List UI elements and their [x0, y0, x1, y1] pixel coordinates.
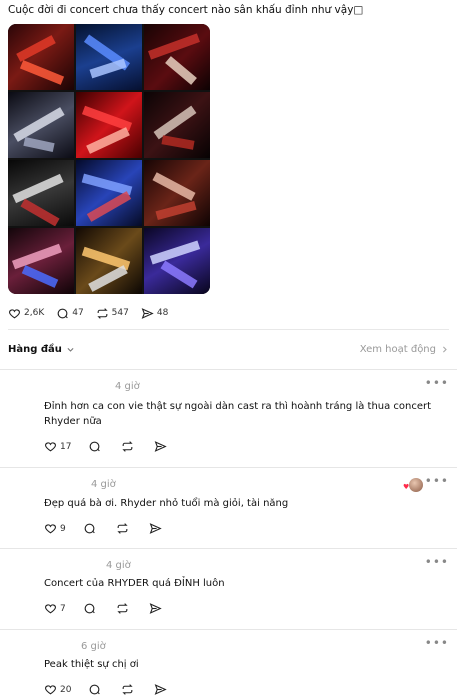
comment-button[interactable] [83, 602, 99, 615]
like-button[interactable]: 9 [44, 522, 66, 535]
share-button[interactable] [149, 602, 165, 615]
comment-actions: 7 [44, 602, 182, 615]
repost-button[interactable]: 547 [96, 307, 129, 320]
repost-button[interactable] [121, 683, 137, 696]
comment-icon [57, 308, 68, 318]
comment-button[interactable]: 47 [56, 307, 84, 320]
comment-count: 47 [72, 308, 84, 318]
share-button[interactable] [154, 683, 170, 696]
comment-button[interactable] [83, 522, 99, 535]
comment-item: 4 giờ ♥ ••• Đẹp quá bà ơi. Rhyder nhỏ tu… [0, 468, 457, 548]
repost-icon [97, 307, 108, 319]
send-icon [141, 307, 154, 319]
comment-time: 4 giờ [106, 560, 131, 571]
gallery-photo[interactable] [76, 160, 142, 226]
divider [8, 329, 449, 330]
more-options-icon[interactable]: ••• [425, 636, 449, 650]
like-count: 2,6K [24, 308, 45, 318]
comment-icon [84, 523, 95, 534]
gallery-photo[interactable] [76, 228, 142, 294]
gallery-photo[interactable] [8, 92, 74, 158]
chevron-right-icon [442, 346, 447, 353]
like-button[interactable]: 20 [44, 683, 71, 696]
photo-gallery[interactable] [8, 24, 210, 294]
gallery-photo[interactable] [144, 228, 210, 294]
sort-dropdown[interactable]: Hàng đầu [8, 344, 75, 355]
repost-button[interactable] [121, 440, 137, 453]
view-activity-link[interactable]: Xem hoạt động [360, 344, 449, 355]
like-count: 9 [60, 523, 66, 534]
send-icon [155, 684, 168, 695]
send-icon [149, 523, 162, 534]
comment-icon [90, 684, 101, 695]
more-options-icon[interactable]: ••• [425, 376, 449, 390]
repost-button[interactable] [116, 522, 132, 535]
heart-icon [45, 442, 56, 452]
send-icon [155, 441, 168, 452]
like-button[interactable]: 2,6K [8, 307, 44, 320]
more-options-icon[interactable]: ••• [425, 555, 449, 569]
share-count: 48 [156, 308, 169, 318]
like-button[interactable]: 17 [44, 440, 71, 453]
share-button[interactable]: 48 [141, 307, 168, 320]
gallery-photo[interactable] [8, 228, 74, 294]
repost-icon [122, 684, 134, 695]
comment-button[interactable] [88, 683, 104, 696]
share-button[interactable] [149, 522, 165, 535]
gallery-photo[interactable] [8, 24, 74, 90]
comment-time: 6 giờ [81, 641, 106, 652]
heart-icon [45, 604, 56, 614]
comment-text: Đỉnh hơn ca con vie thật sự ngoài dàn ca… [44, 401, 432, 427]
like-count: 20 [60, 684, 72, 695]
comment-button[interactable] [88, 440, 104, 453]
more-options-icon[interactable]: ••• [425, 474, 449, 488]
comment-actions: 9 [44, 522, 182, 535]
like-button[interactable]: 7 [44, 602, 66, 615]
send-icon [149, 603, 162, 614]
avatar[interactable] [409, 478, 423, 492]
comment-item: 4 giờ ••• Đỉnh hơn ca con vie thật sự ng… [0, 370, 457, 466]
comment-time: 4 giờ [91, 479, 116, 490]
repost-icon [117, 603, 128, 614]
comment-time: 4 giờ [115, 381, 140, 392]
repost-icon [122, 441, 134, 452]
gallery-photo[interactable] [144, 24, 210, 90]
comment-text: Concert của RHYDER quá ĐỈNH luôn [44, 578, 225, 589]
view-activity-label: Xem hoạt động [359, 344, 436, 355]
comment-item: 4 giờ ••• Concert của RHYDER quá ĐỈNH lu… [0, 549, 457, 629]
gallery-photo[interactable] [8, 160, 74, 226]
gallery-photo[interactable] [76, 92, 142, 158]
repost-count: 547 [111, 308, 129, 318]
comment-actions: 20 [44, 683, 187, 696]
comment-icon [84, 603, 95, 614]
repost-icon [117, 523, 128, 534]
like-count: 7 [60, 603, 66, 614]
chevron-down-icon [67, 347, 74, 352]
comment-icon [90, 441, 101, 452]
post-actions: 2,6K 47 547 48 [8, 306, 180, 320]
heart-icon [45, 524, 56, 534]
comment-item: 6 giờ ••• Peak thiệt sự chị ơi 20 [0, 630, 457, 696]
comment-text: Peak thiệt sự chị ơi [44, 659, 139, 670]
like-count: 17 [60, 441, 72, 452]
gallery-photo[interactable] [144, 92, 210, 158]
share-button[interactable] [154, 440, 170, 453]
gallery-photo[interactable] [76, 24, 142, 90]
comment-actions: 17 [44, 440, 187, 453]
comment-text: Đẹp quá bà ơi. Rhyder nhỏ tuổi mà giỏi, … [44, 498, 289, 509]
sort-label: Hàng đầu [8, 344, 62, 355]
heart-icon [9, 308, 20, 318]
post-caption: Cuộc đời đi concert chưa thấy concert nà… [8, 4, 364, 16]
gallery-photo[interactable] [144, 160, 210, 226]
heart-icon [45, 685, 56, 695]
repost-button[interactable] [116, 602, 132, 615]
